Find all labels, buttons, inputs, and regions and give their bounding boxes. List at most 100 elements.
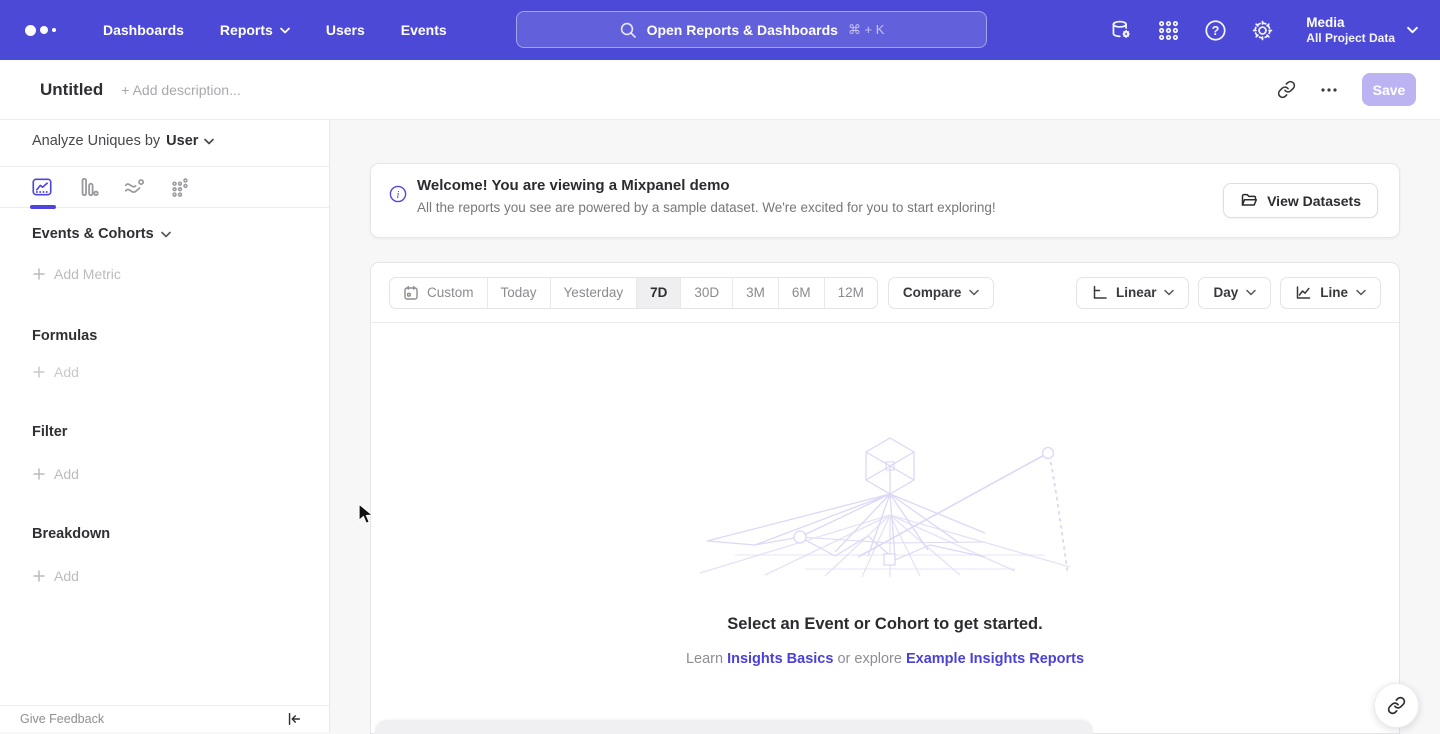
- chart-style-selector[interactable]: Line: [1280, 277, 1381, 309]
- project-name: Media: [1306, 15, 1395, 31]
- report-title[interactable]: Untitled: [40, 80, 103, 100]
- empty-state-title: Select an Event or Cohort to get started…: [371, 615, 1399, 634]
- chevron-down-icon: [280, 27, 290, 34]
- filter-label: Filter: [32, 424, 67, 440]
- chevron-down-icon: [204, 138, 214, 145]
- nav-users-label: Users: [326, 22, 365, 38]
- banner-subtitle: All the reports you see are powered by a…: [417, 200, 996, 215]
- nav-dashboards[interactable]: Dashboards: [103, 22, 184, 38]
- date-range-6m[interactable]: 6M: [778, 278, 824, 308]
- analyze-by-dropdown[interactable]: User: [166, 133, 214, 149]
- analyze-by-value: User: [166, 133, 198, 149]
- add-breakdown-button[interactable]: Add: [33, 568, 79, 584]
- selected-tab-indicator: [30, 205, 56, 209]
- save-button[interactable]: Save: [1362, 73, 1416, 106]
- filter-section: Filter: [32, 424, 67, 440]
- svg-text:?: ?: [1212, 24, 1220, 38]
- analyze-row: Analyze Uniques by User: [32, 133, 214, 149]
- breakdown-label: Breakdown: [32, 526, 110, 542]
- link-icon: [1387, 696, 1406, 715]
- collapse-sidebar-icon[interactable]: [286, 711, 302, 727]
- plus-icon: [33, 468, 45, 480]
- add-metric-label: Add Metric: [54, 266, 121, 282]
- date-range-selector: Custom Today Yesterday 7D 30D 3M 6M 12M: [389, 277, 878, 309]
- project-scope: All Project Data: [1306, 31, 1395, 45]
- copy-link-icon[interactable]: [1277, 80, 1296, 99]
- mixpanel-logo[interactable]: [25, 25, 65, 36]
- nav-events[interactable]: Events: [401, 22, 447, 38]
- description-placeholder[interactable]: + Add description...: [121, 82, 240, 98]
- report-toolbar: Custom Today Yesterday 7D 30D 3M 6M 12M …: [371, 263, 1399, 323]
- plus-icon: [33, 268, 45, 280]
- bar-chart-tab-icon[interactable]: [76, 175, 100, 199]
- nav-events-label: Events: [401, 22, 447, 38]
- apps-grid-icon[interactable]: [1157, 19, 1180, 42]
- insights-basics-link[interactable]: Insights Basics: [727, 651, 833, 667]
- flows-tab-icon[interactable]: [122, 175, 146, 199]
- chart-type-tabs: [0, 166, 329, 208]
- global-search[interactable]: Open Reports & Dashboards ⌘ + K: [516, 11, 987, 48]
- more-options-icon[interactable]: [1320, 81, 1338, 99]
- share-link-fab[interactable]: [1374, 683, 1419, 728]
- view-datasets-label: View Datasets: [1267, 193, 1361, 209]
- chevron-down-icon: [1356, 289, 1366, 296]
- date-range-3m[interactable]: 3M: [732, 278, 778, 308]
- welcome-banner: i Welcome! You are viewing a Mixpanel de…: [370, 163, 1400, 238]
- date-range-7d[interactable]: 7D: [636, 278, 680, 308]
- add-formula-button[interactable]: Add: [33, 364, 79, 380]
- date-range-custom[interactable]: Custom: [390, 278, 487, 308]
- chevron-down-icon: [161, 231, 171, 238]
- hint-prefix: Learn: [686, 651, 723, 667]
- settings-gear-icon[interactable]: [1251, 19, 1274, 42]
- granularity-selector[interactable]: Day: [1198, 277, 1271, 309]
- view-datasets-button[interactable]: View Datasets: [1223, 183, 1378, 218]
- date-range-today[interactable]: Today: [487, 278, 550, 308]
- top-navbar: Dashboards Reports Users Events Open Rep…: [0, 0, 1440, 60]
- sidebar-footer: Give Feedback: [0, 705, 329, 732]
- add-breakdown-label: Add: [54, 568, 79, 584]
- give-feedback-link[interactable]: Give Feedback: [20, 712, 104, 726]
- project-switcher[interactable]: Media All Project Data: [1306, 15, 1418, 45]
- date-range-custom-label: Custom: [427, 285, 474, 300]
- search-placeholder: Open Reports & Dashboards: [647, 22, 838, 38]
- nav-users[interactable]: Users: [326, 22, 365, 38]
- plus-icon: [33, 570, 45, 582]
- formulas-section: Formulas: [32, 328, 97, 344]
- chart-style-label: Line: [1320, 285, 1348, 300]
- line-chart-icon: [1295, 284, 1312, 301]
- chevron-down-icon: [969, 289, 979, 296]
- chevron-down-icon: [1164, 289, 1174, 296]
- data-management-icon[interactable]: [1110, 19, 1133, 42]
- search-shortcut: ⌘ + K: [848, 22, 885, 38]
- linear-scale-icon: [1091, 284, 1108, 301]
- empty-state-hint: Learn Insights Basics or explore Example…: [371, 651, 1399, 667]
- calendar-icon: [403, 285, 419, 301]
- compare-button[interactable]: Compare: [888, 277, 995, 309]
- chevron-down-icon: [1246, 289, 1256, 296]
- breakdown-section: Breakdown: [32, 526, 110, 542]
- formulas-label: Formulas: [32, 328, 97, 344]
- analyze-prefix: Analyze Uniques by: [32, 133, 160, 149]
- add-metric-button[interactable]: Add Metric: [33, 266, 121, 282]
- help-icon[interactable]: ?: [1204, 19, 1227, 42]
- empty-state-illustration: [695, 423, 1075, 578]
- nav-reports[interactable]: Reports: [220, 22, 290, 38]
- insights-line-tab-icon[interactable]: [30, 175, 54, 199]
- nav-reports-label: Reports: [220, 22, 273, 38]
- events-cohorts-label: Events & Cohorts: [32, 226, 154, 242]
- chevron-down-icon: [1407, 26, 1418, 34]
- search-icon: [619, 21, 637, 39]
- example-insights-reports-link[interactable]: Example Insights Reports: [906, 651, 1084, 667]
- events-cohorts-section[interactable]: Events & Cohorts: [32, 226, 171, 242]
- add-filter-button[interactable]: Add: [33, 466, 79, 482]
- scale-selector[interactable]: Linear: [1076, 277, 1190, 309]
- metrics-grid-tab-icon[interactable]: [168, 175, 192, 199]
- date-range-yesterday[interactable]: Yesterday: [550, 278, 637, 308]
- date-range-12m[interactable]: 12M: [824, 278, 877, 308]
- info-icon: i: [389, 185, 407, 203]
- add-filter-label: Add: [54, 466, 79, 482]
- svg-text:i: i: [397, 190, 400, 201]
- main-content: i Welcome! You are viewing a Mixpanel de…: [330, 120, 1440, 732]
- date-range-30d[interactable]: 30D: [680, 278, 732, 308]
- folder-icon: [1240, 192, 1258, 209]
